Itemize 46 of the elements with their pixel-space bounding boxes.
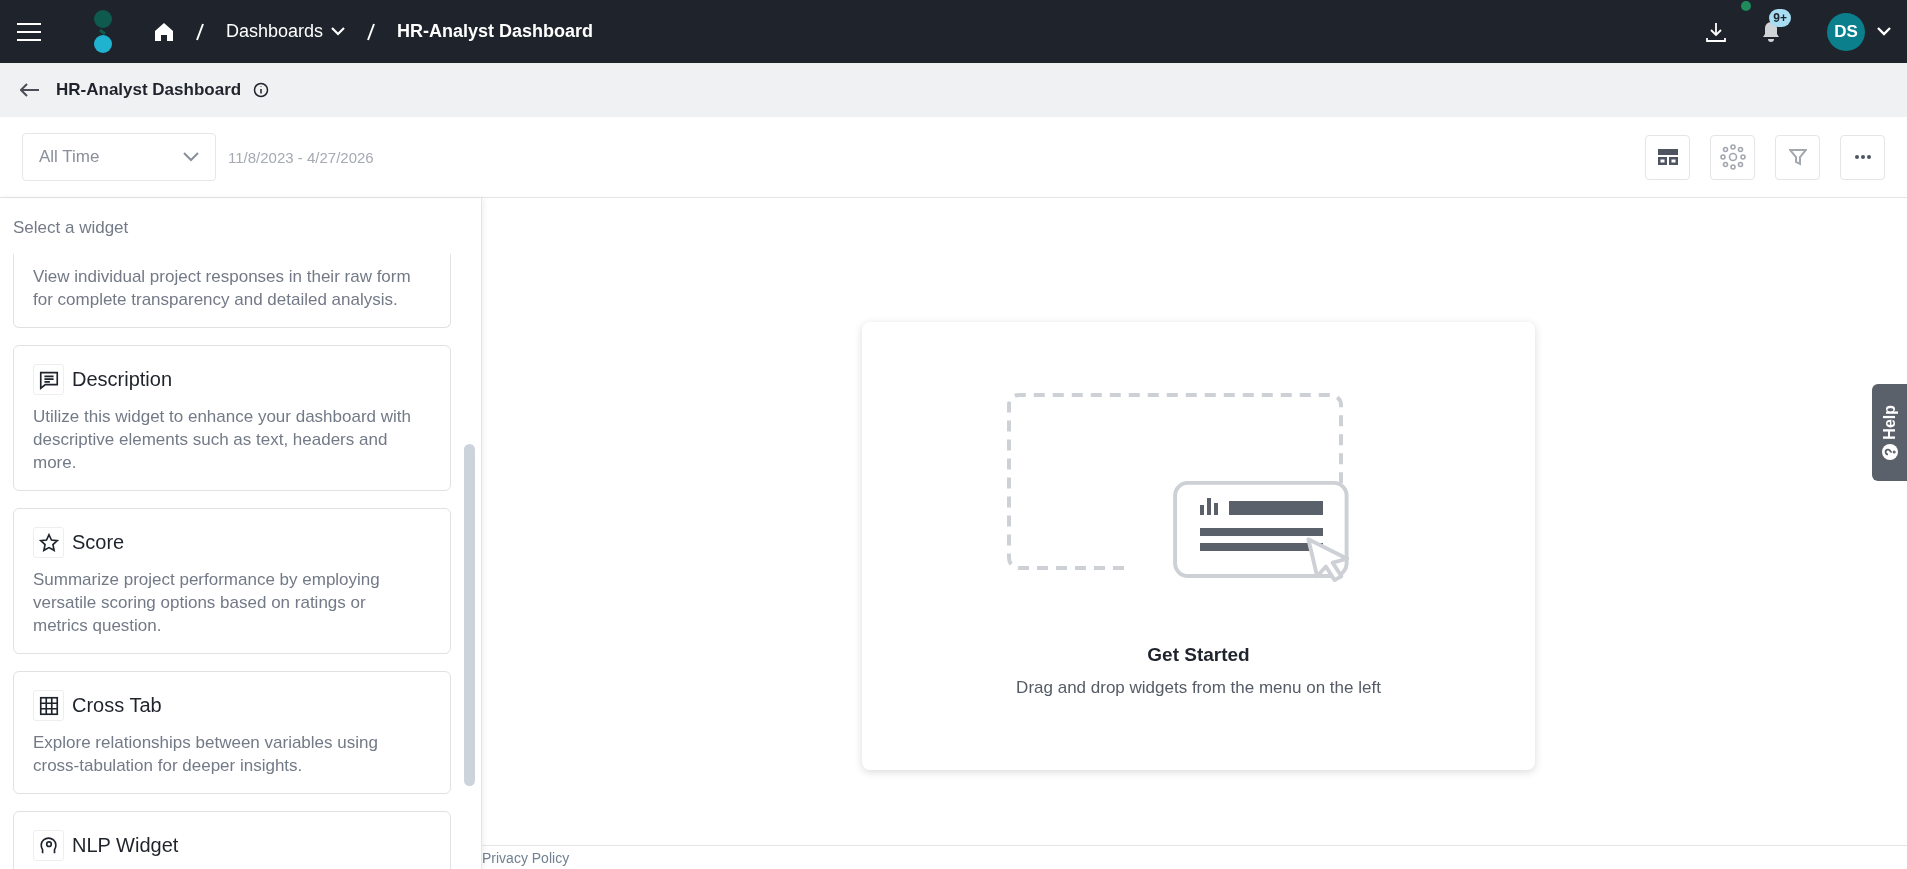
widget-title: Description xyxy=(72,368,173,391)
sidebar-title: Select a widget xyxy=(12,217,130,239)
logo-icon xyxy=(92,8,114,55)
widget-title: NLP Widget xyxy=(72,834,179,857)
scrollbar-thumb[interactable] xyxy=(464,444,475,786)
chevron-down-icon xyxy=(183,152,199,162)
network-nodes-icon xyxy=(1719,144,1746,170)
info-icon[interactable] xyxy=(253,82,270,98)
notifications-button[interactable] xyxy=(1761,20,1782,43)
back-arrow-icon[interactable] xyxy=(20,83,40,97)
widget-card[interactable]: Cross Tab Explore relationships between variables using cross-tabulation for deeper insights. xyxy=(13,671,451,794)
filter-icon xyxy=(1788,148,1807,166)
slash-separator-icon xyxy=(196,22,204,41)
status-dot xyxy=(1741,0,1752,11)
widget-description: Utilize this widget to enhance your dashboard with descriptive elements such as text, headers and more. xyxy=(33,406,412,474)
account-menu-button[interactable]: DS xyxy=(1827,12,1891,51)
question-icon xyxy=(1881,443,1898,460)
empty-state-title: Get Started xyxy=(1147,644,1250,666)
bell-icon xyxy=(1761,20,1782,43)
widget-title: Score xyxy=(72,531,125,554)
more-icon xyxy=(1854,155,1871,159)
user-avatar: DS xyxy=(1827,12,1865,51)
chevron-down-icon xyxy=(1877,27,1891,36)
date-range-text: 11/8/2023 - 4/27/2026 xyxy=(228,148,374,166)
widget-card[interactable]: Score Summarize project performance by employing versatile scoring options based on ratings or metrics question. xyxy=(13,508,451,654)
widget-description: Explore relationships between variables using cross-tabulation for deeper insights. xyxy=(33,732,379,777)
slash-separator-icon xyxy=(367,22,376,41)
menu-icon[interactable] xyxy=(16,21,42,42)
widget-title: Cross Tab xyxy=(72,694,162,717)
empty-state-text: Drag and drop widgets from the menu on the left xyxy=(1016,678,1381,698)
layout-button[interactable] xyxy=(1645,134,1690,180)
widget-card[interactable]: Description Utilize this widget to enhance your dashboard with descriptive elements such as text, headers and more. xyxy=(13,345,451,491)
home-icon[interactable] xyxy=(154,21,174,42)
widget-card[interactable]: View individual project responses in their raw form for complete transparency and detailed analysis. xyxy=(13,254,451,328)
page-title: HR-Analyst Dashboard xyxy=(56,80,242,100)
notification-badge: 9+ xyxy=(1769,8,1791,27)
layout-icon xyxy=(1657,149,1678,165)
privacy-policy-link[interactable]: Privacy Policy xyxy=(482,849,570,866)
widget-card[interactable]: NLP Widget xyxy=(13,811,451,869)
widget-description: View individual project responses in their raw form for complete transparency and detailed analysis. xyxy=(33,266,412,311)
download-icon[interactable] xyxy=(1705,20,1728,43)
help-tab[interactable]: Help xyxy=(1872,384,1907,481)
widget-description: Summarize project performance by employing versatile scoring options based on ratings or metrics question. xyxy=(33,569,381,637)
chevron-down-icon xyxy=(331,27,346,36)
breadcrumb-link[interactable]: Dashboards xyxy=(226,21,346,42)
breadcrumb-current: HR-Analyst Dashboard xyxy=(397,21,594,42)
